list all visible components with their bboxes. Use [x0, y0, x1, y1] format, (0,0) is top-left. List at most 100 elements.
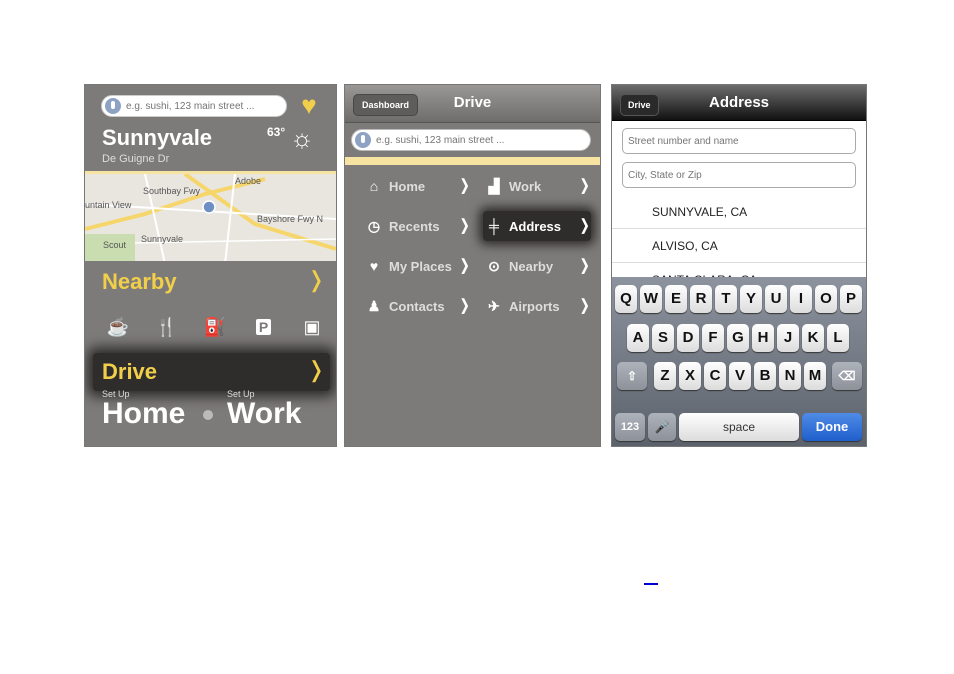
dictation-microphone-icon[interactable]: 🎤	[648, 413, 676, 441]
key-e[interactable]: E	[665, 285, 687, 313]
airplane-icon: ✈	[488, 297, 500, 314]
key-y[interactable]: Y	[740, 285, 762, 313]
menu-item-home[interactable]: ⌂ Home ❭	[363, 171, 471, 201]
menu-item-label: Nearby	[509, 258, 554, 274]
map-label: Adobe	[235, 176, 262, 186]
separator-dot	[203, 410, 213, 420]
menu-item-label: Airports	[509, 298, 560, 314]
key-g[interactable]: G	[727, 324, 749, 352]
shift-key[interactable]: ⇧	[617, 362, 647, 390]
key-s[interactable]: S	[652, 324, 674, 352]
clock-icon: ◷	[367, 217, 381, 234]
key-h[interactable]: H	[752, 324, 774, 352]
map-label: untain View	[85, 200, 132, 210]
key-r[interactable]: R	[690, 285, 712, 313]
suggestion-item[interactable]: SUNNYVALE, CA	[612, 195, 866, 229]
key-b[interactable]: B	[754, 362, 776, 390]
search-input[interactable]	[376, 133, 586, 148]
atm-icon[interactable]: ▣	[299, 315, 325, 339]
key-n[interactable]: N	[779, 362, 801, 390]
dashboard-screen: ♥ Sunnyvale De Guigne Dr 63° ☼ Southbay …	[84, 84, 337, 447]
key-q[interactable]: Q	[615, 285, 637, 313]
space-key[interactable]: space	[679, 413, 799, 441]
key-p[interactable]: P	[840, 285, 862, 313]
key-c[interactable]: C	[704, 362, 726, 390]
current-location-marker	[202, 200, 216, 214]
search-bar[interactable]	[101, 95, 287, 117]
menu-item-label: Recents	[389, 218, 440, 234]
map-label: Scout	[103, 240, 127, 250]
key-i[interactable]: I	[790, 285, 812, 313]
search-input[interactable]	[126, 99, 282, 114]
key-k[interactable]: K	[802, 324, 824, 352]
key-j[interactable]: J	[777, 324, 799, 352]
map-label: Bayshore Fwy N	[257, 214, 324, 224]
menu-item-label: My Places	[389, 258, 452, 274]
home-icon: ⌂	[369, 178, 379, 194]
factory-icon: ▟	[488, 177, 500, 194]
menu-item-label: Address	[509, 218, 562, 234]
favorites-heart-icon[interactable]: ♥	[295, 92, 323, 118]
key-f[interactable]: F	[702, 324, 724, 352]
key-d[interactable]: D	[677, 324, 699, 352]
nearby-label[interactable]: Nearby	[102, 269, 177, 295]
work-button[interactable]: Work	[227, 397, 301, 431]
drive-screen: Dashboard Drive ⌂ Home ❭ ◷ Recents ❭ ♥ M…	[344, 84, 601, 447]
search-bar[interactable]	[351, 129, 591, 151]
chevron-right-icon: ❭	[578, 297, 591, 314]
menu-item-work[interactable]: ▟ Work ❭	[483, 171, 591, 201]
menu-item-contacts[interactable]: ♟ Contacts ❭	[363, 291, 471, 321]
key-z[interactable]: Z	[654, 362, 676, 390]
key-u[interactable]: U	[765, 285, 787, 313]
menu-item-airports[interactable]: ✈ Airports ❭	[483, 291, 591, 321]
signpost-icon: ╪	[489, 218, 499, 234]
map-view[interactable]: Southbay Fwy untain View Bayshore Fwy N …	[85, 171, 336, 261]
chevron-right-icon: ❭	[458, 217, 471, 234]
keyboard: QWERTYUIOP ASDFGHJKL ZXCVBNM ⇧ ⌫ 123 🎤 s…	[612, 277, 866, 446]
nearby-chevron-icon[interactable]: ❭	[307, 267, 325, 293]
key-t[interactable]: T	[715, 285, 737, 313]
city-state-zip-field[interactable]	[622, 162, 856, 188]
numbers-key[interactable]: 123	[615, 413, 645, 441]
menu-item-address[interactable]: ╪ Address ❭	[483, 211, 591, 241]
map-pin-icon: ⊙	[488, 257, 500, 274]
key-a[interactable]: A	[627, 324, 649, 352]
suggestion-item[interactable]: ALVISO, CA	[612, 229, 866, 263]
chevron-right-icon: ❭	[578, 257, 591, 274]
coffee-icon[interactable]: ☕	[105, 315, 131, 339]
menu-item-label: Contacts	[389, 298, 445, 314]
key-l[interactable]: L	[827, 324, 849, 352]
key-o[interactable]: O	[815, 285, 837, 313]
key-x[interactable]: X	[679, 362, 701, 390]
menu-item-label: Work	[509, 178, 542, 194]
street-field[interactable]	[622, 128, 856, 154]
menu-item-nearby[interactable]: ⊙ Nearby ❭	[483, 251, 591, 281]
page: ♥ Sunnyvale De Guigne Dr 63° ☼ Southbay …	[0, 0, 954, 674]
chevron-right-icon: ❭	[458, 177, 471, 194]
navigation-bar: Drive Address	[612, 85, 866, 121]
menu-item-my-places[interactable]: ♥ My Places ❭	[363, 251, 471, 281]
sun-weather-icon: ☼	[290, 123, 314, 153]
screen-title: Address	[708, 94, 770, 111]
backspace-key[interactable]: ⌫	[832, 362, 862, 390]
microphone-icon[interactable]	[105, 98, 121, 114]
heart-icon: ♥	[369, 258, 379, 274]
person-icon: ♟	[367, 297, 381, 314]
address-screen: Drive Address SUNNYVALE, CA ALVISO, CA S…	[611, 84, 867, 447]
drive-label[interactable]: Drive	[102, 359, 157, 385]
restaurant-icon[interactable]: 🍴	[154, 315, 180, 339]
menu-item-recents[interactable]: ◷ Recents ❭	[363, 211, 471, 241]
drive-chevron-icon[interactable]: ❭	[307, 357, 325, 383]
done-key[interactable]: Done	[802, 413, 862, 441]
key-v[interactable]: V	[729, 362, 751, 390]
parking-icon[interactable]: P	[251, 315, 277, 339]
microphone-icon[interactable]	[355, 132, 371, 148]
map-label: Sunnyvale	[141, 234, 184, 244]
footnote-link[interactable]	[644, 583, 658, 585]
gas-pump-icon[interactable]: ⛽	[202, 315, 228, 339]
navigation-bar: Dashboard Drive	[345, 85, 600, 123]
screen-title: Drive	[453, 94, 492, 111]
key-w[interactable]: W	[640, 285, 662, 313]
key-m[interactable]: M	[804, 362, 826, 390]
home-button[interactable]: Home	[102, 397, 185, 431]
